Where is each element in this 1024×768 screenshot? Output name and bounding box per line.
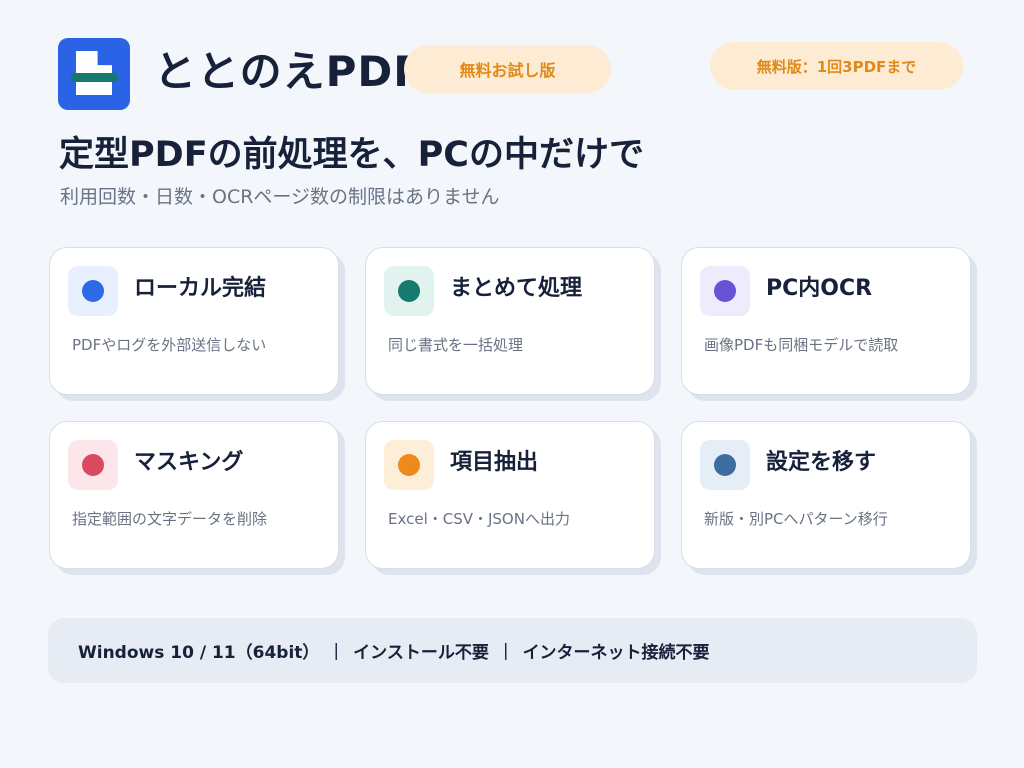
- network-requirement: インターネット接続不要: [522, 643, 710, 663]
- feature-title: マスキング: [134, 450, 244, 475]
- extract-dot-icon: [398, 454, 420, 476]
- logo-bar-shape: [71, 73, 117, 82]
- separator: |: [502, 640, 509, 661]
- feature-card-local: ローカル完結 PDFやログを外部送信しない: [49, 247, 339, 395]
- feature-desc: 画像PDFも同梱モデルで読取: [704, 336, 899, 354]
- local-dot-icon: [82, 280, 104, 302]
- separator: |: [333, 640, 340, 661]
- ocr-dot-icon: [714, 280, 736, 302]
- os-requirement: Windows 10 / 11（64bit）: [78, 643, 320, 663]
- hero-subline: 利用回数・日数・OCRページ数の制限はありません: [60, 186, 500, 208]
- hero-headline: 定型PDFの前処理を、PCの中だけで: [59, 135, 644, 175]
- feature-card-migrate: 設定を移す 新版・別PCへパターン移行: [681, 421, 971, 569]
- feature-title: ローカル完結: [134, 276, 267, 301]
- feature-title: PC内OCR: [766, 276, 873, 301]
- feature-desc: 同じ書式を一括処理: [388, 336, 524, 354]
- feature-card-masking: マスキング 指定範囲の文字データを削除: [49, 421, 339, 569]
- batch-dot-icon: [398, 280, 420, 302]
- migrate-dot-icon: [714, 454, 736, 476]
- feature-icon-box: [384, 440, 434, 490]
- feature-desc: Excel・CSV・JSONへ出力: [388, 510, 570, 528]
- feature-icon-box: [700, 440, 750, 490]
- feature-desc: 指定範囲の文字データを削除: [72, 510, 268, 528]
- feature-desc: 新版・別PCへパターン移行: [704, 510, 888, 528]
- feature-card-batch: まとめて処理 同じ書式を一括処理: [365, 247, 655, 395]
- feature-icon-box: [68, 266, 118, 316]
- limit-badge: 無料版：1回3PDFまで: [710, 42, 963, 90]
- trial-badge: 無料お試し版: [404, 45, 611, 93]
- feature-icon-box: [68, 440, 118, 490]
- feature-card-ocr: PC内OCR 画像PDFも同梱モデルで読取: [681, 247, 971, 395]
- install-requirement: インストール不要: [353, 643, 489, 663]
- feature-card-extract: 項目抽出 Excel・CSV・JSONへ出力: [365, 421, 655, 569]
- feature-desc: PDFやログを外部送信しない: [72, 336, 267, 354]
- feature-title: まとめて処理: [450, 276, 583, 301]
- app-name: ととのえPDF: [154, 47, 423, 96]
- mask-dot-icon: [82, 454, 104, 476]
- requirements-bar: Windows 10 / 11（64bit） | インストール不要 | インター…: [48, 618, 977, 683]
- feature-title: 項目抽出: [450, 450, 539, 475]
- feature-title: 設定を移す: [766, 450, 877, 475]
- feature-icon-box: [700, 266, 750, 316]
- feature-icon-box: [384, 266, 434, 316]
- app-logo: [58, 38, 130, 110]
